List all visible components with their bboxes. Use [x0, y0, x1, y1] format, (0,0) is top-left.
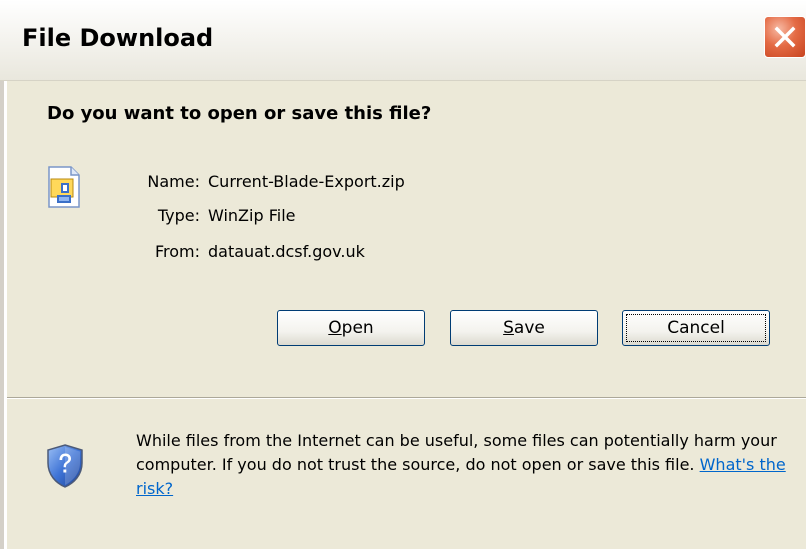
open-button-mnemonic: O	[328, 318, 342, 338]
security-warning-section: While files from the Internet can be use…	[7, 399, 806, 549]
zip-file-icon	[47, 165, 81, 209]
save-button-label: ave	[513, 318, 545, 338]
close-button[interactable]	[764, 16, 806, 58]
cancel-button-label: Cancel	[667, 318, 725, 338]
file-source-label: From:	[154, 242, 200, 261]
file-name-label: Name:	[147, 172, 200, 191]
title-bar[interactable]: File Download	[0, 0, 806, 81]
file-name-value: Current-Blade-Export.zip	[208, 172, 405, 191]
file-type-value: WinZip File	[208, 206, 296, 225]
dialog-question: Do you want to open or save this file?	[47, 103, 432, 124]
window-title: File Download	[22, 24, 214, 52]
file-download-dialog: File Download Do you want to open or sav…	[0, 0, 806, 549]
open-button[interactable]: Open	[277, 310, 425, 346]
close-icon	[774, 26, 796, 48]
shield-question-icon	[45, 443, 85, 489]
file-type-label: Type:	[157, 206, 200, 225]
save-button-mnemonic: S	[503, 318, 514, 338]
open-button-label: pen	[341, 318, 374, 338]
save-button[interactable]: Save	[450, 310, 598, 346]
cancel-button[interactable]: Cancel	[622, 310, 770, 346]
security-warning-text: While files from the Internet can be use…	[136, 429, 796, 501]
download-prompt-section: Do you want to open or save this file? N…	[7, 81, 806, 397]
file-source-value: datauat.dcsf.gov.uk	[208, 242, 365, 261]
warning-message: While files from the Internet can be use…	[136, 431, 777, 474]
